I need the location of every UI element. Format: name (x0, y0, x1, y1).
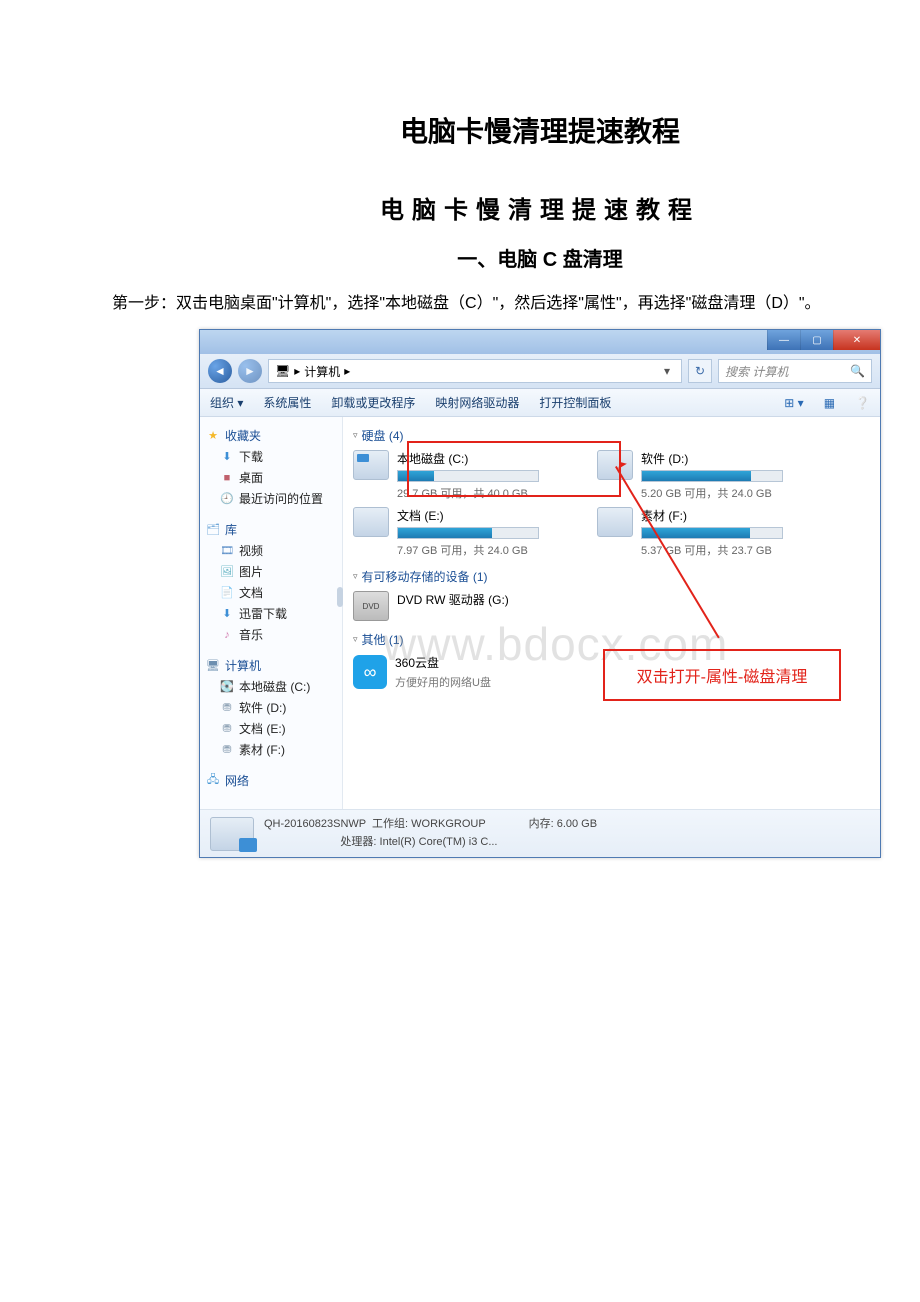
music-icon: ♪ (220, 628, 234, 642)
maximize-button[interactable]: ▢ (800, 330, 833, 350)
details-memory: 6.00 GB (557, 818, 597, 830)
drive-icon: 💽 (220, 680, 234, 694)
drive-e[interactable]: 文档 (E:) 7.97 GB 可用，共 24.0 GB (353, 507, 573, 558)
doc-title: 电脑卡慢清理提速教程 (80, 110, 920, 150)
sidebar-computer[interactable]: 🖥计算机 (206, 655, 336, 676)
document-page: 电脑卡慢清理提速教程 电脑卡慢清理提速教程 一、电脑 C 盘清理 第一步：双击电… (0, 0, 920, 898)
doc-subtitle: 电脑卡慢清理提速教程 (80, 190, 920, 225)
cloud-icon: ∞ (353, 655, 387, 689)
download-icon: ⬇ (220, 450, 234, 464)
uninstall-programs-button[interactable]: 卸载或更改程序 (331, 394, 415, 411)
library-icon: 🗂 (206, 523, 220, 537)
address-segment[interactable]: 计算机 (304, 363, 340, 380)
address-bar-row: ◄ ► 🖥 ▸ 计算机 ▸ ▾ ↻ 搜索 计算机 🔍 (200, 354, 880, 389)
collapse-icon: ▿ (353, 634, 358, 645)
organize-menu[interactable]: 组织 ▾ (210, 394, 243, 411)
drive-meta: 7.97 GB 可用，共 24.0 GB (397, 542, 573, 558)
toolbar: 组织 ▾ 系统属性 卸载或更改程序 映射网络驱动器 打开控制面板 ⊞ ▾ ▦ ❔ (200, 389, 880, 417)
back-button[interactable]: ◄ (208, 359, 232, 383)
address-dropdown-icon[interactable]: ▾ (659, 364, 675, 378)
explorer-body: ★收藏夹 ⬇下载 ■桌面 🕘最近访问的位置 🗂库 🎞视频 🖼图片 📄文档 ⬇迅雷… (200, 417, 880, 809)
computer-large-icon (210, 817, 254, 851)
close-button[interactable]: ✕ (833, 330, 880, 350)
drive-label: DVD RW 驱动器 (G:) (397, 591, 573, 608)
search-input[interactable]: 搜索 计算机 🔍 (718, 359, 872, 383)
main-content: www.bdocx.com ▿硬盘 (4) 本地磁盘 (C:) 29.7 GB … (343, 417, 880, 809)
cloud-desc: 方便好用的网络U盘 (395, 674, 573, 690)
computer-icon: 🖥 (275, 364, 290, 378)
forward-button[interactable]: ► (238, 359, 262, 383)
sidebar-libraries[interactable]: 🗂库 (206, 519, 336, 540)
drive-label: 软件 (D:) (641, 450, 817, 467)
address-field[interactable]: 🖥 ▸ 计算机 ▸ ▾ (268, 359, 682, 383)
sidebar-downloads[interactable]: ⬇下载 (206, 446, 336, 467)
annotation-callout: 双击打开-属性-磁盘清理 (603, 649, 841, 701)
sidebar-favorites[interactable]: ★收藏夹 (206, 425, 336, 446)
video-icon: 🎞 (220, 544, 234, 558)
minimize-button[interactable]: — (767, 330, 800, 350)
drive-f[interactable]: 素材 (F:) 5.37 GB 可用，共 23.7 GB (597, 507, 817, 558)
sidebar-network[interactable]: 🖧网络 (206, 770, 336, 791)
search-placeholder: 搜索 计算机 (725, 363, 788, 380)
download-icon: ⬇ (220, 607, 234, 621)
details-workgroup: WORKGROUP (411, 818, 485, 830)
system-properties-button[interactable]: 系统属性 (263, 394, 311, 411)
drive-icon: ⛃ (220, 722, 234, 736)
details-cpu-label: 处理器: (340, 836, 376, 848)
drive-meta: 5.20 GB 可用，共 24.0 GB (641, 485, 817, 501)
details-memory-label: 内存: (529, 818, 554, 830)
details-cpu: Intel(R) Core(TM) i3 C... (380, 836, 498, 848)
sidebar-drive-e[interactable]: ⛃文档 (E:) (206, 718, 336, 739)
open-control-panel-button[interactable]: 打开控制面板 (539, 394, 611, 411)
dvd-drive[interactable]: DVD DVD RW 驱动器 (G:) (353, 591, 573, 621)
sidebar-documents[interactable]: 📄文档 (206, 582, 336, 603)
search-icon[interactable]: 🔍 (850, 364, 865, 378)
drive-label: 文档 (E:) (397, 507, 573, 524)
drive-icon: ⛃ (220, 743, 234, 757)
collapse-icon: ▿ (353, 430, 358, 441)
annotation-highlight-c (407, 441, 621, 497)
collapse-icon: ▿ (353, 571, 358, 582)
sidebar-drive-d[interactable]: ⛃软件 (D:) (206, 697, 336, 718)
picture-icon: 🖼 (220, 565, 234, 579)
sidebar-drive-c[interactable]: 💽本地磁盘 (C:) (206, 676, 336, 697)
details-pane: QH-20160823SNWP 工作组: WORKGROUP 内存: 6.00 … (200, 809, 880, 857)
drive-icon (353, 450, 389, 480)
sidebar-recent[interactable]: 🕘最近访问的位置 (206, 488, 336, 509)
sidebar-pictures[interactable]: 🖼图片 (206, 561, 336, 582)
desktop-icon: ■ (220, 471, 234, 485)
dvd-icon: DVD (353, 591, 389, 621)
navigation-sidebar: ★收藏夹 ⬇下载 ■桌面 🕘最近访问的位置 🗂库 🎞视频 🖼图片 📄文档 ⬇迅雷… (200, 417, 343, 809)
preview-pane-icon[interactable]: ▦ (824, 396, 835, 410)
window-titlebar[interactable]: — ▢ ✕ (200, 330, 880, 354)
step-paragraph: 第一步：双击电脑桌面"计算机"，选择"本地磁盘（C）"，然后选择"属性"，再选择… (80, 290, 920, 317)
section-heading: 一、电脑 C 盘清理 (80, 243, 920, 272)
group-removable[interactable]: ▿有可移动存储的设备 (1) (353, 564, 870, 591)
drive-icon: ⛃ (220, 701, 234, 715)
explorer-window: — ▢ ✕ ◄ ► 🖥 ▸ 计算机 ▸ ▾ ↻ 搜索 计算机 🔍 组织 ▾ 系 (199, 329, 881, 858)
refresh-button[interactable]: ↻ (688, 359, 712, 383)
document-icon: 📄 (220, 586, 234, 600)
recent-icon: 🕘 (220, 492, 234, 506)
sidebar-thunder[interactable]: ⬇迅雷下载 (206, 603, 336, 624)
drive-label: 素材 (F:) (641, 507, 817, 524)
sidebar-desktop[interactable]: ■桌面 (206, 467, 336, 488)
help-icon[interactable]: ❔ (855, 396, 870, 410)
address-sep: ▸ (344, 364, 350, 378)
address-sep: ▸ (294, 364, 300, 378)
sidebar-drive-f[interactable]: ⛃素材 (F:) (206, 739, 336, 760)
drive-icon (353, 507, 389, 537)
network-icon: 🖧 (206, 774, 220, 788)
details-computer-name: QH-20160823SNWP (264, 818, 366, 830)
sidebar-videos[interactable]: 🎞视频 (206, 540, 336, 561)
map-network-drive-button[interactable]: 映射网络驱动器 (435, 394, 519, 411)
cloud-label: 360云盘 (395, 654, 573, 671)
star-icon: ★ (206, 429, 220, 443)
sidebar-music[interactable]: ♪音乐 (206, 624, 336, 645)
view-menu-icon[interactable]: ⊞ ▾ (784, 396, 803, 410)
computer-icon: 🖥 (206, 659, 220, 673)
drive-icon (597, 507, 633, 537)
cloud-disk[interactable]: ∞ 360云盘 方便好用的网络U盘 (353, 654, 573, 690)
details-workgroup-label: 工作组: (372, 818, 408, 830)
